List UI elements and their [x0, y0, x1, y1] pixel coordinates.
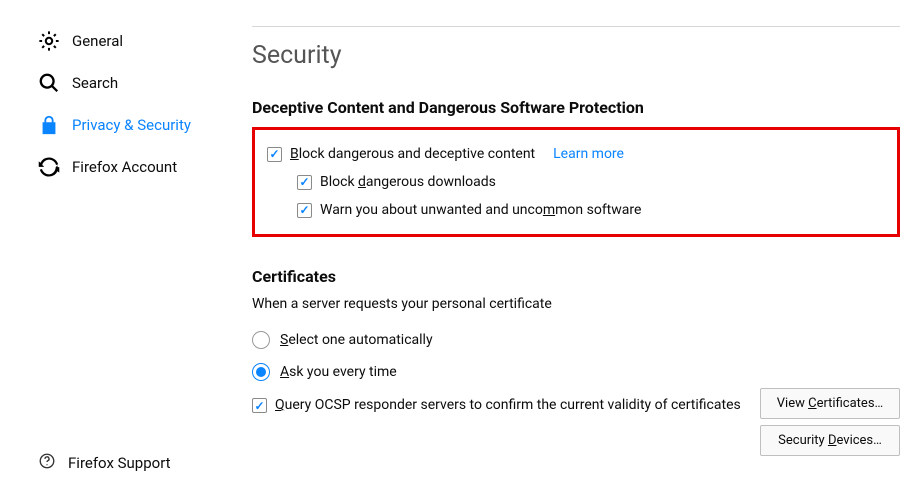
sidebar-item-label: Firefox Account [72, 158, 177, 176]
sidebar-support-label: Firefox Support [68, 454, 171, 472]
sidebar-item-label: General [72, 32, 123, 50]
gear-icon [38, 30, 60, 52]
learn-more-link[interactable]: Learn more [553, 146, 624, 162]
ask-every-label: Ask you every time [280, 364, 397, 380]
search-icon [38, 72, 60, 94]
sidebar-item-label: Search [72, 74, 118, 92]
main-content: Security Deceptive Content and Dangerous… [240, 0, 924, 504]
highlight-box: Block dangerous and deceptive content Le… [252, 127, 900, 237]
warn-unwanted-row: Warn you about unwanted and uncommon sof… [267, 196, 827, 224]
subsection-deceptive-title: Deceptive Content and Dangerous Software… [252, 98, 900, 117]
select-auto-radio[interactable] [252, 331, 270, 349]
security-devices-button[interactable]: Security Devices… [760, 425, 900, 456]
block-downloads-label: Block dangerous downloads [320, 174, 496, 190]
lock-icon [38, 114, 60, 136]
block-downloads-checkbox[interactable] [297, 175, 312, 190]
sidebar-main: General Search Privacy & Security Firefo… [0, 20, 240, 442]
sync-icon [38, 156, 60, 178]
help-icon [38, 452, 56, 474]
sidebar: General Search Privacy & Security Firefo… [0, 0, 240, 504]
warn-unwanted-label: Warn you about unwanted and uncommon sof… [320, 202, 641, 218]
block-deceptive-label: Block dangerous and deceptive content [290, 146, 535, 162]
section-heading: Security [252, 41, 900, 70]
view-certificates-button[interactable]: View Certificates… [760, 388, 900, 419]
ocsp-row: Query OCSP responder servers to confirm … [252, 388, 744, 416]
sidebar-item-search[interactable]: Search [0, 62, 240, 104]
ocsp-checkbox[interactable] [252, 398, 267, 413]
ask-every-radio[interactable] [252, 363, 270, 381]
warn-unwanted-checkbox[interactable] [297, 203, 312, 218]
cert-bottom-row: Query OCSP responder servers to confirm … [252, 388, 900, 456]
ocsp-label: Query OCSP responder servers to confirm … [275, 394, 741, 416]
block-downloads-row: Block dangerous downloads [267, 168, 827, 196]
certificates-desc: When a server requests your personal cer… [252, 296, 900, 312]
sidebar-item-label: Privacy & Security [72, 116, 191, 134]
sidebar-item-general[interactable]: General [0, 20, 240, 62]
sidebar-support[interactable]: Firefox Support [0, 442, 240, 504]
select-auto-row: Select one automatically [252, 324, 900, 356]
divider [252, 26, 900, 27]
select-auto-label: Select one automatically [280, 332, 433, 348]
block-deceptive-row: Block dangerous and deceptive content Le… [267, 140, 827, 168]
subsection-certificates-title: Certificates [252, 267, 900, 286]
cert-buttons: View Certificates… Security Devices… [760, 388, 900, 456]
sidebar-item-firefox-account[interactable]: Firefox Account [0, 146, 240, 188]
sidebar-item-privacy-security[interactable]: Privacy & Security [0, 104, 240, 146]
block-deceptive-checkbox[interactable] [267, 147, 282, 162]
ask-every-row: Ask you every time [252, 356, 900, 388]
